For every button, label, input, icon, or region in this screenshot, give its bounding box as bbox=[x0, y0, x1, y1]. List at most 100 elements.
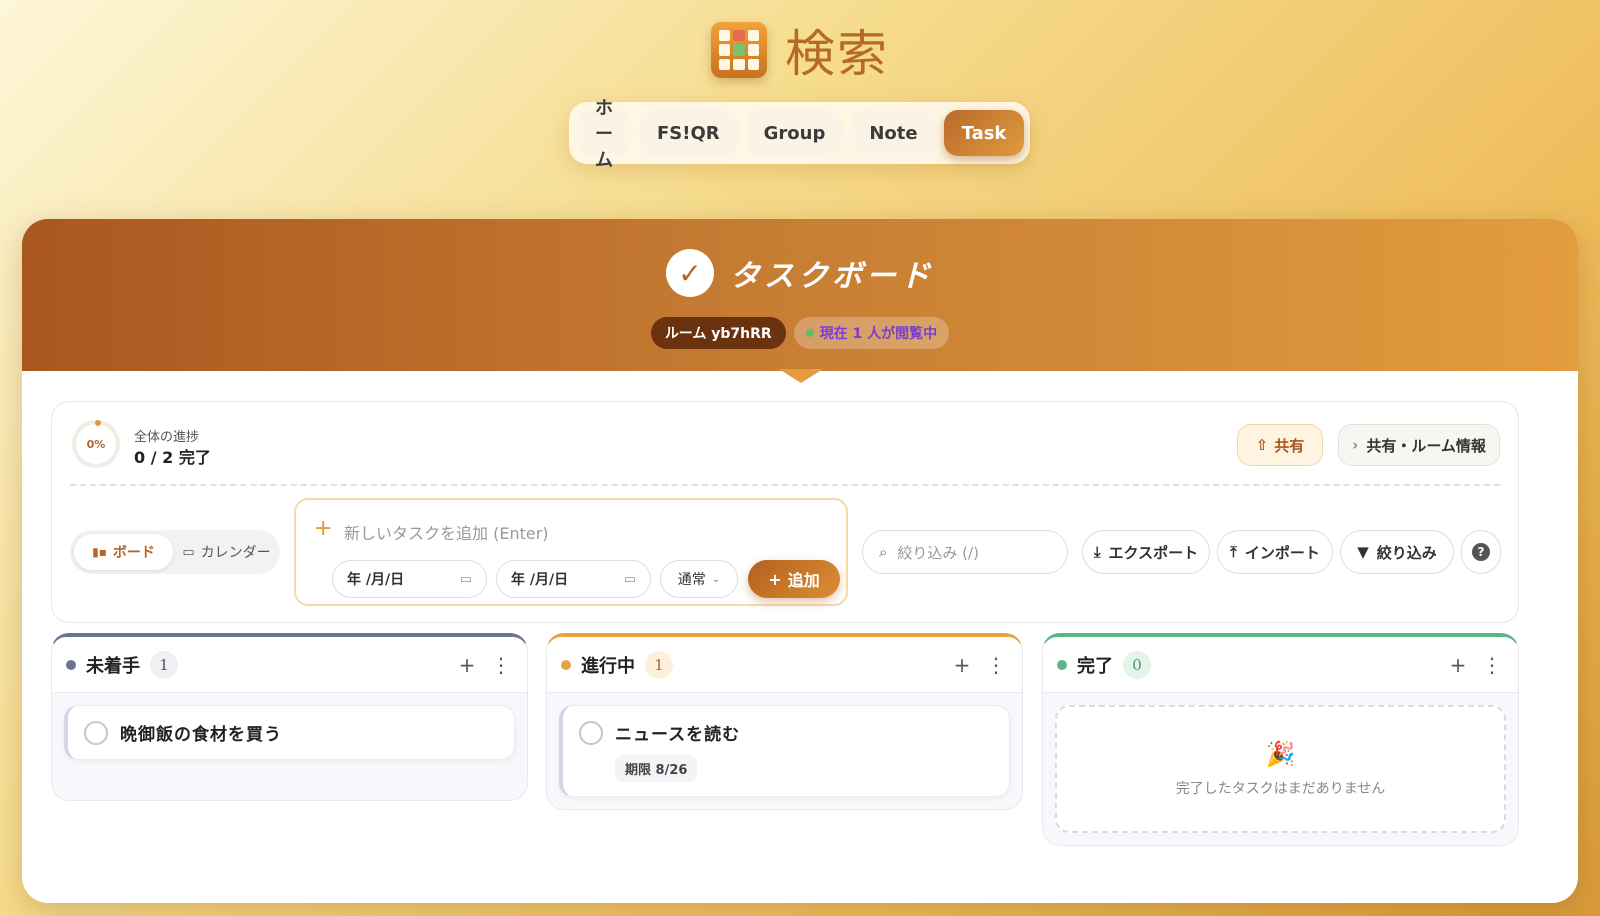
app-title: 検索 bbox=[785, 25, 889, 83]
status-dot-icon bbox=[1057, 659, 1067, 670]
status-dot-icon bbox=[561, 659, 571, 670]
online-dot-icon bbox=[805, 329, 814, 337]
board-title: タスクボード bbox=[730, 259, 934, 294]
chevron-right-icon: › bbox=[1352, 436, 1359, 454]
new-task-input[interactable]: 新しいタスクを追加 (Enter) bbox=[344, 520, 549, 544]
add-icon[interactable]: + bbox=[950, 653, 974, 677]
column-header: 未着手 1 + ⋮ bbox=[52, 637, 527, 693]
help-icon: ? bbox=[1472, 543, 1490, 561]
app-header: 検索 bbox=[0, 18, 1600, 83]
due-date-value: 年 /月/日 bbox=[511, 572, 569, 588]
board-banner: ✓ タスクボード ルーム yb7hRR 現在 1 人が閲覧中 bbox=[22, 219, 1578, 371]
column-count-badge: 1 bbox=[150, 650, 178, 679]
status-dot-icon bbox=[66, 659, 76, 670]
view-board-label: ボード bbox=[112, 545, 155, 561]
column-title: 未着手 bbox=[86, 655, 140, 677]
task-checkbox[interactable] bbox=[84, 720, 108, 745]
divider bbox=[70, 484, 1500, 486]
export-label: エクスポート bbox=[1108, 543, 1199, 562]
start-date-value: 年 /月/日 bbox=[347, 572, 405, 588]
room-info-label: 共有・ルーム情報 bbox=[1366, 436, 1486, 455]
nav-fsqr[interactable]: FS!QR bbox=[639, 110, 738, 156]
share-button[interactable]: ⇧ 共有 bbox=[1237, 424, 1323, 466]
task-board-card: ✓ タスクボード ルーム yb7hRR 現在 1 人が閲覧中 0% 全体の進捗 … bbox=[22, 219, 1578, 903]
progress-ring-tip bbox=[95, 420, 101, 426]
upload-icon: ⇧ bbox=[1255, 436, 1269, 454]
chevron-down-icon: ⌄ bbox=[711, 573, 721, 585]
empty-state-text: 完了したタスクはまだありません bbox=[1175, 781, 1386, 797]
viewer-badge: 現在 1 人が閲覧中 bbox=[793, 317, 950, 349]
progress-count: 0 / 2 完了 bbox=[134, 448, 211, 467]
task-checkbox[interactable] bbox=[579, 720, 603, 745]
plus-icon: + bbox=[314, 516, 333, 541]
add-icon[interactable]: + bbox=[1446, 653, 1470, 677]
download-icon: ⤓ bbox=[1093, 543, 1101, 561]
import-button[interactable]: ⤒ インポート bbox=[1217, 530, 1333, 574]
task-card[interactable]: 晩御飯の食材を買う bbox=[64, 705, 515, 760]
view-toggle: ▮▪ ボード ▭ カレンダー bbox=[70, 530, 280, 574]
board-icon: ▮▪ bbox=[92, 545, 107, 559]
checkmark-icon: ✓ bbox=[666, 249, 714, 297]
more-menu-icon[interactable]: ⋮ bbox=[984, 653, 1008, 677]
view-calendar-button[interactable]: ▭ カレンダー bbox=[177, 534, 276, 570]
room-info-row: ルーム yb7hRR 現在 1 人が閲覧中 bbox=[22, 317, 1578, 349]
filter-button[interactable]: ▼ 絞り込み bbox=[1340, 530, 1454, 574]
party-popper-icon: 🎉 bbox=[1265, 740, 1296, 768]
more-menu-icon[interactable]: ⋮ bbox=[1480, 653, 1504, 677]
banner-title-row: ✓ タスクボード bbox=[22, 249, 1578, 297]
progress-label: 全体の進捗 bbox=[134, 430, 200, 445]
column-title: 完了 bbox=[1077, 655, 1113, 677]
column-todo: 未着手 1 + ⋮ 晩御飯の食材を買う bbox=[51, 633, 528, 801]
due-date-input[interactable]: 年 /月/日 ▭ bbox=[496, 560, 651, 598]
view-board-button[interactable]: ▮▪ ボード bbox=[74, 534, 173, 570]
task-title: ニュースを読む bbox=[615, 725, 741, 745]
help-button[interactable]: ? bbox=[1461, 530, 1501, 574]
search-icon: ⌕ bbox=[879, 543, 888, 561]
filter-icon: ▼ bbox=[1357, 543, 1369, 561]
column-header: 進行中 1 + ⋮ bbox=[547, 637, 1022, 693]
toolbar-panel: 0% 全体の進捗 0 / 2 完了 ⇧ 共有 › 共有・ルーム情報 ▮▪ ボード… bbox=[51, 401, 1519, 623]
priority-value: 通常 bbox=[677, 572, 706, 588]
add-task-button[interactable]: + 追加 bbox=[748, 560, 840, 598]
export-button[interactable]: ⤓ エクスポート bbox=[1082, 530, 1210, 574]
viewer-count: 現在 1 人が閲覧中 bbox=[819, 326, 938, 342]
column-header: 完了 0 + ⋮ bbox=[1043, 637, 1518, 693]
share-label: 共有 bbox=[1274, 436, 1305, 455]
main-nav: ホーム FS!QR Group Note Task bbox=[569, 98, 1030, 171]
nav-task[interactable]: Task bbox=[943, 110, 1025, 156]
column-count-badge: 0 bbox=[1123, 650, 1151, 679]
progress-ring: 0% bbox=[72, 420, 120, 468]
priority-select[interactable]: 通常 ⌄ bbox=[660, 560, 738, 598]
filter-label: 絞り込み bbox=[1376, 543, 1437, 562]
view-calendar-label: カレンダー bbox=[200, 545, 271, 561]
progress-percent: 0% bbox=[86, 437, 106, 451]
filter-placeholder: 絞り込み (/) bbox=[897, 543, 979, 562]
nav-home[interactable]: ホーム bbox=[577, 98, 631, 171]
task-title: 晩御飯の食材を買う bbox=[120, 725, 282, 745]
add-task-label: 追加 bbox=[787, 571, 820, 590]
task-board-logo-icon bbox=[711, 22, 767, 78]
calendar-icon: ▭ bbox=[182, 544, 195, 560]
calendar-icon: ▭ bbox=[623, 571, 636, 587]
column-title: 進行中 bbox=[581, 655, 635, 677]
plus-icon: + bbox=[768, 569, 782, 589]
task-due-badge: 期限 8/26 bbox=[615, 755, 698, 782]
banner-notch bbox=[779, 369, 823, 383]
column-done: 完了 0 + ⋮ 🎉 完了したタスクはまだありません bbox=[1042, 633, 1519, 846]
start-date-input[interactable]: 年 /月/日 ▭ bbox=[332, 560, 487, 598]
nav-group[interactable]: Group bbox=[745, 110, 844, 156]
import-label: インポート bbox=[1244, 543, 1320, 562]
column-count-badge: 1 bbox=[645, 650, 673, 679]
column-in-progress: 進行中 1 + ⋮ ニュースを読む 期限 8/26 bbox=[546, 633, 1023, 810]
room-info-button[interactable]: › 共有・ルーム情報 bbox=[1338, 424, 1500, 466]
upload-icon: ⤒ bbox=[1230, 543, 1237, 561]
empty-state: 🎉 完了したタスクはまだありません bbox=[1055, 705, 1506, 833]
add-icon[interactable]: + bbox=[455, 653, 479, 677]
calendar-icon: ▭ bbox=[459, 571, 472, 587]
room-badge: ルーム yb7hRR bbox=[650, 317, 786, 349]
more-menu-icon[interactable]: ⋮ bbox=[489, 653, 513, 677]
add-task-box: + 新しいタスクを追加 (Enter) 年 /月/日 ▭ 年 /月/日 ▭ 通常… bbox=[294, 498, 848, 606]
nav-note[interactable]: Note bbox=[851, 110, 936, 156]
task-card[interactable]: ニュースを読む 期限 8/26 bbox=[559, 705, 1010, 797]
filter-search-input[interactable]: ⌕ 絞り込み (/) bbox=[862, 530, 1068, 574]
